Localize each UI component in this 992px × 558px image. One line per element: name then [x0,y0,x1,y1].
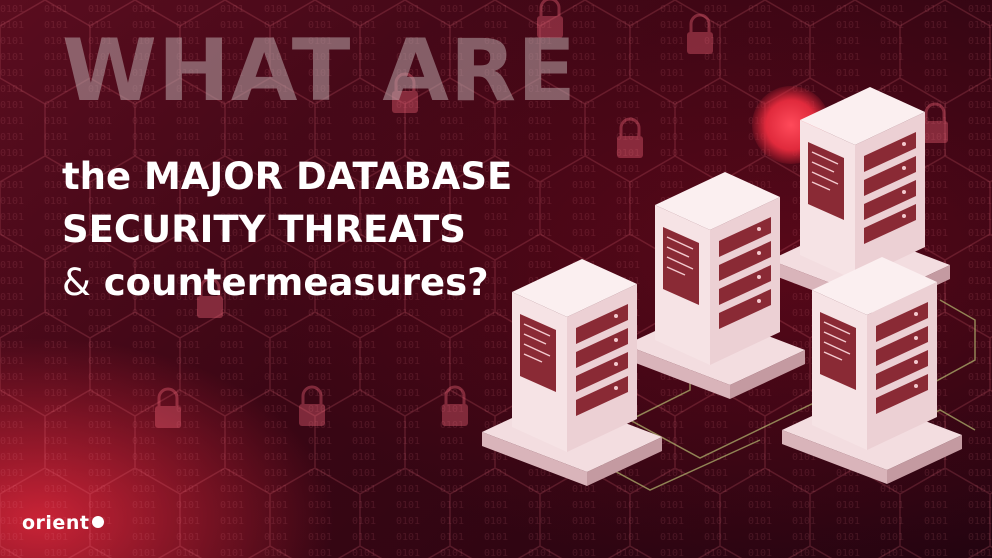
logo-dot-icon [92,516,105,528]
headline-what-are: WHAT ARE [62,21,577,121]
server-tower-icon [624,171,806,400]
headline-line-1: the MAJOR DATABASE [62,155,513,198]
headline-ampersand: & [62,261,91,304]
logo-text: orient [22,512,90,534]
hero-banner: 0101 [0,0,992,558]
headline-line-2: SECURITY THREATS [62,208,466,251]
headline-line-3: countermeasures? [103,261,489,304]
headline-main: the MAJOR DATABASE SECURITY THREATS & co… [62,150,512,309]
orient-logo: orient [22,512,105,534]
server-tower-icon [781,256,963,485]
